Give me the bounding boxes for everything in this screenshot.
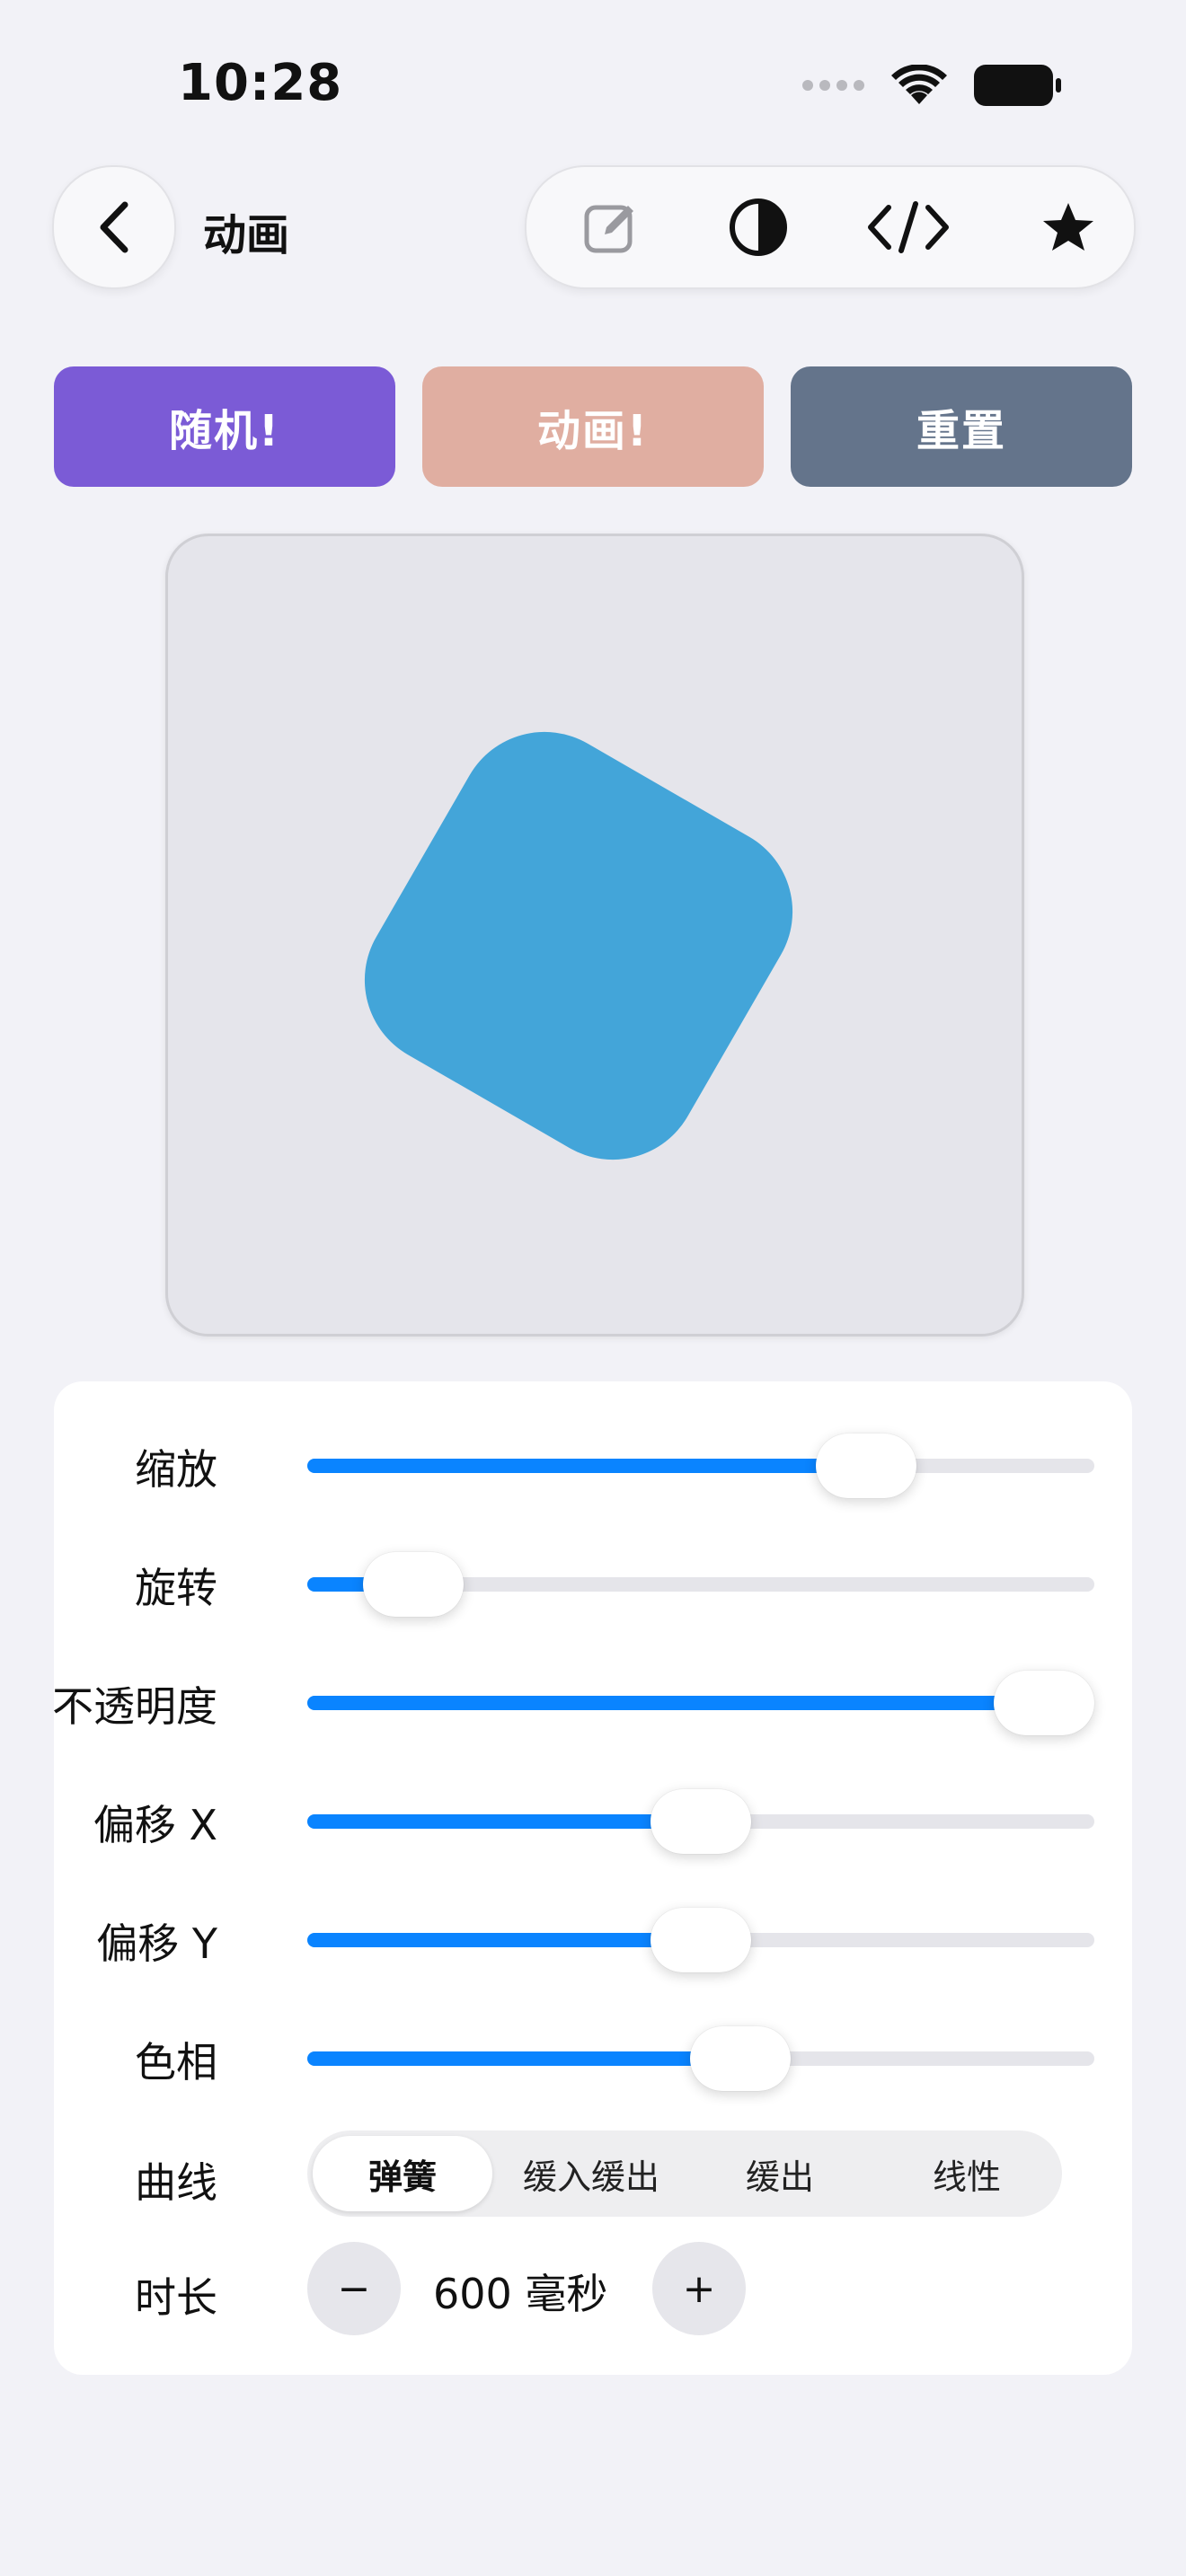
curve-option-linear[interactable]: 线性 bbox=[877, 2136, 1057, 2211]
scale-label: 缩放 bbox=[135, 1445, 217, 1494]
wifi-icon bbox=[891, 65, 947, 104]
offset-y-slider[interactable] bbox=[307, 1908, 1094, 1972]
curve-option-ease-in-out[interactable]: 缓入缓出 bbox=[501, 2136, 681, 2211]
duration-increment-button[interactable]: + bbox=[652, 2242, 746, 2335]
offset-y-slider-fill bbox=[307, 1933, 701, 1947]
rotation-label: 旋转 bbox=[135, 1564, 217, 1612]
offset-y-slider-thumb[interactable] bbox=[651, 1908, 751, 1972]
duration-value: 600 毫秒 bbox=[433, 2270, 608, 2318]
animated-shape bbox=[332, 700, 825, 1192]
duration-label: 时长 bbox=[135, 2273, 217, 2322]
contrast-button[interactable] bbox=[709, 167, 808, 287]
offset-x-slider[interactable] bbox=[307, 1789, 1094, 1854]
animation-preview bbox=[165, 534, 1024, 1337]
offset-x-label: 偏移 X bbox=[93, 1801, 217, 1849]
battery-icon bbox=[974, 65, 1061, 106]
edit-button[interactable] bbox=[561, 167, 659, 287]
hue-slider[interactable] bbox=[307, 2026, 1094, 2091]
animation-screen: 10:28 动画 随机! 动画! 重置 缩放 旋转 不透明度 偏移 X 偏移 Y… bbox=[0, 0, 1186, 2576]
toolbar bbox=[525, 165, 1136, 289]
rotation-slider-thumb[interactable] bbox=[363, 1552, 465, 1617]
code-button[interactable] bbox=[859, 167, 958, 287]
offset-x-slider-fill bbox=[307, 1814, 701, 1829]
opacity-slider-fill bbox=[307, 1696, 1079, 1710]
signal-dots-icon bbox=[802, 80, 864, 91]
chevron-left-icon bbox=[100, 201, 128, 253]
page-title: 动画 bbox=[203, 210, 290, 260]
random-button[interactable]: 随机! bbox=[54, 366, 395, 487]
status-icons bbox=[802, 65, 1062, 106]
curve-option-spring[interactable]: 弹簧 bbox=[313, 2136, 492, 2211]
offset-x-slider-thumb[interactable] bbox=[651, 1789, 751, 1854]
edit-icon bbox=[584, 205, 633, 253]
star-icon bbox=[1043, 203, 1093, 251]
reset-button[interactable]: 重置 bbox=[791, 366, 1132, 487]
hue-label: 色相 bbox=[135, 2038, 217, 2086]
controls-card: 缩放旋转不透明度偏移 X 偏移 Y 色相 曲线 弹簧 缓入缓出 缓出 线性 时长 −… bbox=[52, 1381, 1132, 2375]
scale-slider[interactable] bbox=[307, 1434, 1094, 1498]
back-button[interactable] bbox=[52, 165, 176, 289]
curve-picker: 弹簧 缓入缓出 缓出 线性 bbox=[307, 2130, 1062, 2217]
curve-option-ease-out[interactable]: 缓出 bbox=[690, 2136, 870, 2211]
hue-slider-thumb[interactable] bbox=[689, 2026, 791, 2091]
scale-slider-fill bbox=[307, 1459, 866, 1473]
status-time: 10:28 bbox=[178, 54, 343, 112]
hue-slider-fill bbox=[307, 2051, 740, 2066]
code-icon bbox=[868, 201, 949, 253]
favorite-button[interactable] bbox=[1019, 167, 1118, 287]
duration-decrement-button[interactable]: − bbox=[307, 2242, 401, 2335]
opacity-slider-thumb[interactable] bbox=[994, 1671, 1094, 1735]
curve-label: 曲线 bbox=[135, 2158, 217, 2207]
rotation-slider[interactable] bbox=[307, 1552, 1094, 1617]
contrast-icon bbox=[730, 198, 787, 256]
animate-button[interactable]: 动画! bbox=[422, 366, 764, 487]
opacity-slider[interactable] bbox=[307, 1671, 1094, 1735]
offset-y-label: 偏移 Y bbox=[96, 1919, 217, 1968]
opacity-label: 不透明度 bbox=[52, 1682, 217, 1731]
scale-slider-thumb[interactable] bbox=[815, 1434, 916, 1498]
